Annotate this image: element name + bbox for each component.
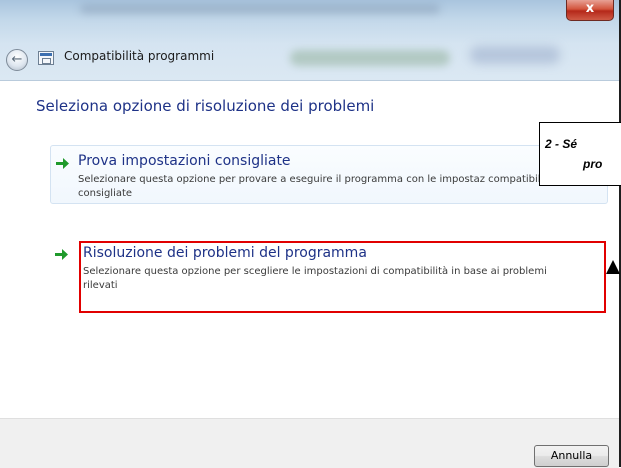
footer-bar: Annulla xyxy=(0,418,619,468)
option-try-recommended-settings[interactable]: Prova impostazioni consigliate Seleziona… xyxy=(50,145,608,204)
annotation-pointer-icon xyxy=(606,260,620,274)
annotation-line: pro xyxy=(583,157,603,171)
blurred-background xyxy=(470,46,560,64)
back-button[interactable]: ← xyxy=(6,49,28,71)
window-title-bar: x ← Compatibilità programmi xyxy=(0,0,619,81)
blurred-background xyxy=(80,4,440,14)
cancel-button[interactable]: Annulla xyxy=(534,445,609,467)
green-arrow-icon xyxy=(55,249,68,260)
option-description: Selezionare questa opzione per scegliere… xyxy=(83,266,547,291)
annotation-text: 2 - Sé pro xyxy=(545,134,621,174)
option-description: Selezionare questa opzione per provare a… xyxy=(78,174,554,199)
blurred-background xyxy=(290,50,450,66)
annotation-line: 2 - Sé xyxy=(545,137,578,151)
compatibility-app-icon xyxy=(38,51,54,65)
page-title: Seleziona opzione di risoluzione dei pro… xyxy=(36,97,375,115)
green-arrow-icon xyxy=(56,158,69,169)
close-button[interactable]: x xyxy=(566,0,614,21)
option-title: Prova impostazioni consigliate xyxy=(78,153,291,169)
window-title: Compatibilità programmi xyxy=(64,49,215,63)
option-troubleshoot-program[interactable]: Risoluzione dei problemi del programma S… xyxy=(79,241,606,313)
option-title: Risoluzione dei problemi del programma xyxy=(83,245,367,261)
back-arrow-icon: ← xyxy=(11,52,23,67)
content-area: Seleziona opzione di risoluzione dei pro… xyxy=(0,81,619,418)
